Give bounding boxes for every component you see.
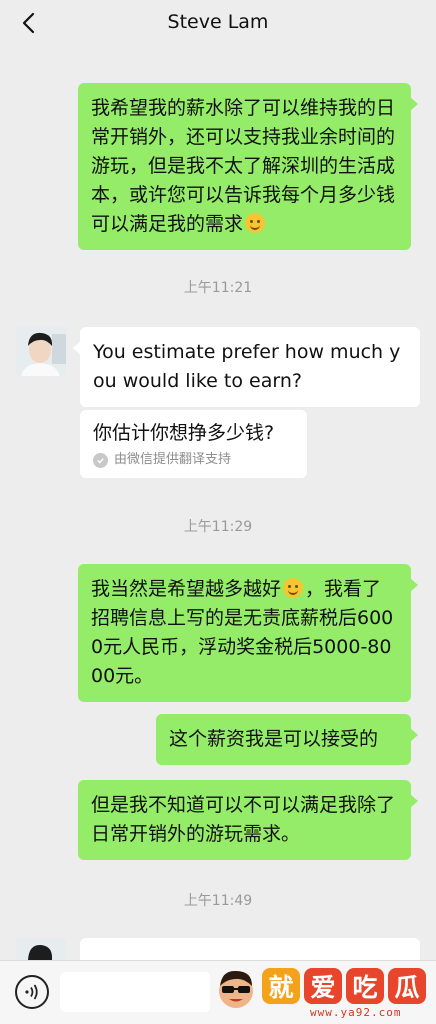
message-bubble-self[interactable]: 这个薪资我是可以接受的 (156, 714, 418, 765)
translation-bubble[interactable]: 你估计你想挣多少钱? 由微信提供翻译支持 (80, 410, 307, 478)
timestamp: 上午11:29 (183, 519, 253, 535)
message-text: 我当然是希望越多越好 (91, 578, 282, 600)
check-icon (93, 452, 108, 468)
voice-icon (25, 984, 38, 1000)
avatar[interactable] (16, 938, 66, 960)
chat-header: Steve Lam (0, 0, 436, 46)
watermark-char: 就 (262, 968, 300, 1004)
watermark-url: www.ya92.com (310, 1006, 402, 1019)
avatar-photo (16, 326, 66, 376)
message-text: 但是我不知道可以不可以满足我除了日常开销外的游玩需求。 (91, 794, 396, 845)
translation-note-text: 由微信提供翻译支持 (114, 452, 232, 467)
message-text: 我希望我的薪水除了可以维持我的日常开销外，还可以支持我业余时间的游玩，但是我不太… (91, 97, 396, 235)
message-text: You estimate prefer how much you would l… (93, 341, 401, 392)
voice-input-button[interactable] (15, 975, 49, 1009)
cartoon-face-icon (219, 970, 253, 1008)
message-bubble-self[interactable]: 我希望我的薪水除了可以维持我的日常开销外，还可以支持我业余时间的游玩，但是我不太… (78, 83, 418, 250)
message-input[interactable] (60, 972, 210, 1012)
avatar[interactable] (16, 326, 66, 376)
message-text: 这个薪资我是可以接受的 (169, 728, 379, 750)
watermark-char: 吃 (346, 968, 384, 1004)
message-bubble-self[interactable]: 我当然是希望越多越好 ，我看了招聘信息上写的是无责底薪税后6000元人民币，浮动奖… (78, 564, 418, 702)
grinning-sweat-face-icon (283, 578, 304, 598)
watermark-logo: 就 爱 吃 瓜 www.ya92.com (210, 962, 436, 1024)
timestamp: 上午11:21 (183, 280, 253, 296)
timestamp: 上午11:49 (183, 893, 253, 909)
message-bubble-other[interactable] (80, 938, 420, 960)
watermark-char: 爱 (304, 968, 342, 1004)
smiling-face-icon (245, 213, 266, 233)
chat-title: Steve Lam (167, 11, 269, 33)
translation-note: 由微信提供翻译支持 (93, 451, 294, 469)
watermark-char: 瓜 (388, 968, 426, 1004)
message-bubble-other[interactable]: You estimate prefer how much you would l… (73, 327, 420, 407)
message-bubble-self[interactable]: 但是我不知道可以不可以满足我除了日常开销外的游玩需求。 (78, 780, 418, 860)
avatar-photo (16, 938, 66, 960)
translation-text: 你估计你想挣多少钱? (93, 422, 275, 444)
